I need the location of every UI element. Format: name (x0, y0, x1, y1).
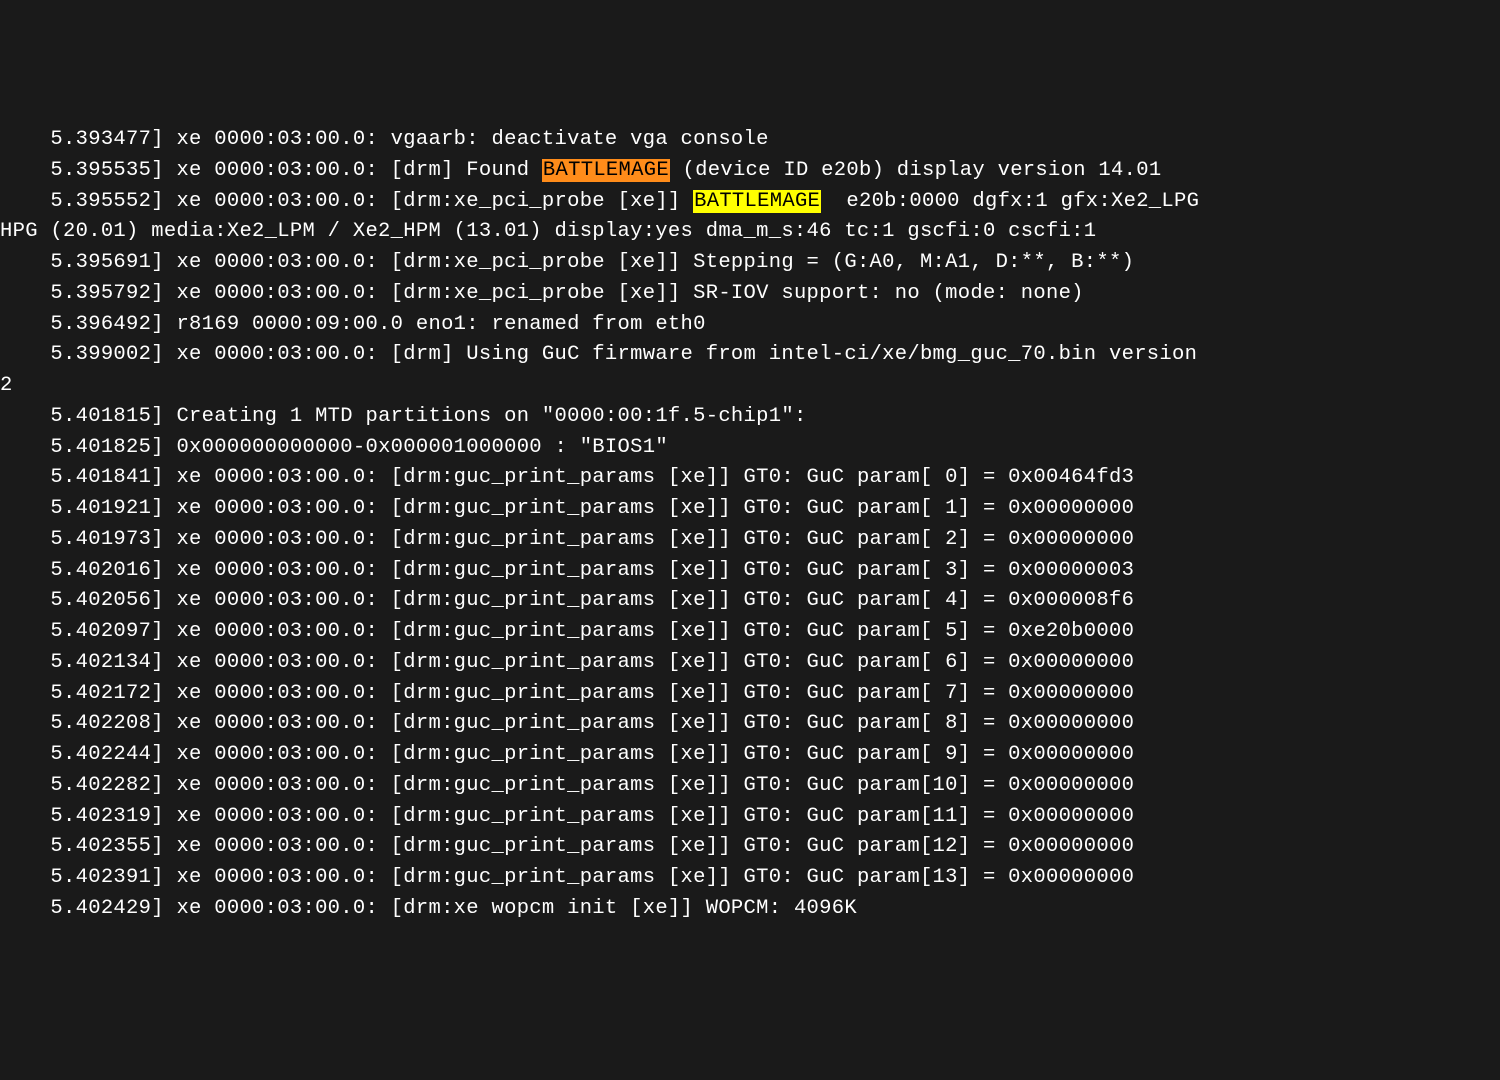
log-line: 5.402016] xe 0000:03:00.0: [drm:guc_prin… (0, 556, 1500, 587)
log-line: 5.402097] xe 0000:03:00.0: [drm:guc_prin… (0, 617, 1500, 648)
log-line: 5.402355] xe 0000:03:00.0: [drm:guc_prin… (0, 832, 1500, 863)
log-line: 5.395552] xe 0000:03:00.0: [drm:xe_pci_p… (0, 187, 1500, 218)
log-text: 5.395552] xe 0000:03:00.0: [drm:xe_pci_p… (0, 190, 693, 213)
log-line: 5.402172] xe 0000:03:00.0: [drm:guc_prin… (0, 679, 1500, 710)
log-line: 2 (0, 371, 1500, 402)
log-line: 5.401825] 0x000000000000-0x000001000000 … (0, 433, 1500, 464)
log-line: 5.402208] xe 0000:03:00.0: [drm:guc_prin… (0, 709, 1500, 740)
log-line: 5.401815] Creating 1 MTD partitions on "… (0, 402, 1500, 433)
log-line: 5.402282] xe 0000:03:00.0: [drm:guc_prin… (0, 771, 1500, 802)
log-line: 5.395535] xe 0000:03:00.0: [drm] Found B… (0, 156, 1500, 187)
log-line: 5.402134] xe 0000:03:00.0: [drm:guc_prin… (0, 648, 1500, 679)
log-line: 5.395792] xe 0000:03:00.0: [drm:xe_pci_p… (0, 279, 1500, 310)
log-text: (device ID e20b) display version 14.01 (670, 159, 1161, 182)
highlight-orange: BATTLEMAGE (542, 159, 670, 182)
log-line: 5.401921] xe 0000:03:00.0: [drm:guc_prin… (0, 494, 1500, 525)
highlight-yellow: BATTLEMAGE (693, 190, 821, 213)
log-line: 5.402056] xe 0000:03:00.0: [drm:guc_prin… (0, 586, 1500, 617)
log-text: 5.395535] xe 0000:03:00.0: [drm] Found (0, 159, 542, 182)
log-line: 5.402244] xe 0000:03:00.0: [drm:guc_prin… (0, 740, 1500, 771)
log-line: 5.402429] xe 0000:03:00.0: [drm:xe wopcm… (0, 894, 1500, 925)
log-line: 5.395691] xe 0000:03:00.0: [drm:xe_pci_p… (0, 248, 1500, 279)
log-line: 5.402319] xe 0000:03:00.0: [drm:guc_prin… (0, 802, 1500, 833)
log-text: e20b:0000 dgfx:1 gfx:Xe2_LPG (821, 190, 1199, 213)
log-line: 5.396492] r8169 0000:09:00.0 eno1: renam… (0, 310, 1500, 341)
log-line: 5.401973] xe 0000:03:00.0: [drm:guc_prin… (0, 525, 1500, 556)
log-line: 5.393477] xe 0000:03:00.0: vgaarb: deact… (0, 125, 1500, 156)
log-line: 5.401841] xe 0000:03:00.0: [drm:guc_prin… (0, 463, 1500, 494)
log-line: 5.402391] xe 0000:03:00.0: [drm:guc_prin… (0, 863, 1500, 894)
log-line: 5.399002] xe 0000:03:00.0: [drm] Using G… (0, 340, 1500, 371)
log-line: HPG (20.01) media:Xe2_LPM / Xe2_HPM (13.… (0, 217, 1500, 248)
terminal-output: 5.393477] xe 0000:03:00.0: vgaarb: deact… (0, 125, 1500, 925)
